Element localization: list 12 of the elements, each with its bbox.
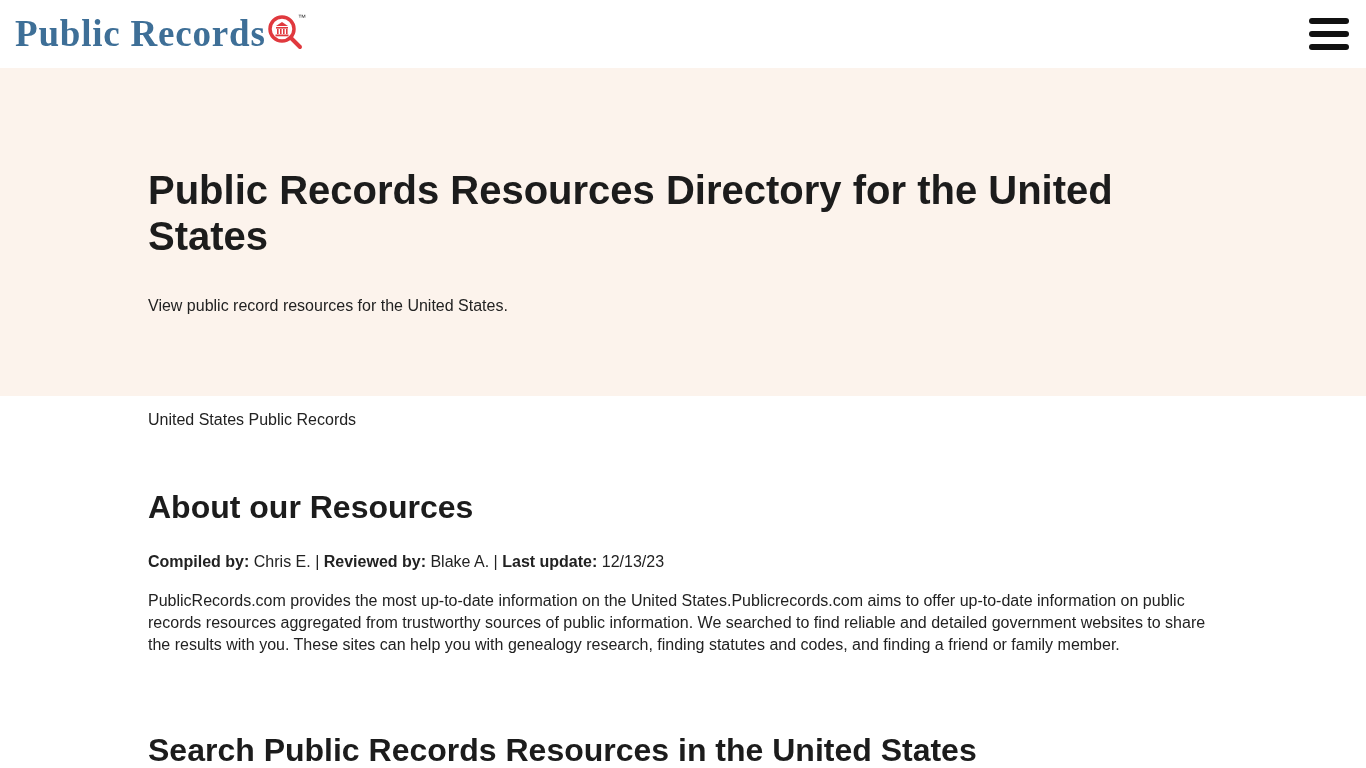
trademark-sign: ™: [297, 14, 306, 22]
menu-button[interactable]: [1309, 18, 1349, 50]
page-title: Public Records Resources Directory for the United States: [148, 167, 1114, 259]
page-subtitle: View public record resources for the United States.: [148, 296, 509, 316]
site-logo[interactable]: Public Records ™: [15, 14, 306, 54]
logo-text: Public Records: [15, 14, 266, 54]
author-info: Compiled by: Chris E. | Reviewed by: Blake A. | Last update: 12/13/23: [148, 552, 666, 572]
section-heading: About our Resources: [148, 489, 475, 525]
section-heading: Search Public Records Resources in the United States: [148, 732, 978, 768]
section-paragraph: PublicRecords.com provides the most up-to-date information on the United States.Publicrecords.com aims to offer up-to-date information on public records resources aggregated from trustworthy sources of public information. We searched to find reliable and detailed government websites to share the results with you. These sites can help you with genealogy research, finding statutes and codes, and finding a friend or family member.: [148, 591, 1207, 655]
menu-icon: [1309, 18, 1349, 50]
breadcrumb-text: United States Public Records: [148, 410, 358, 430]
